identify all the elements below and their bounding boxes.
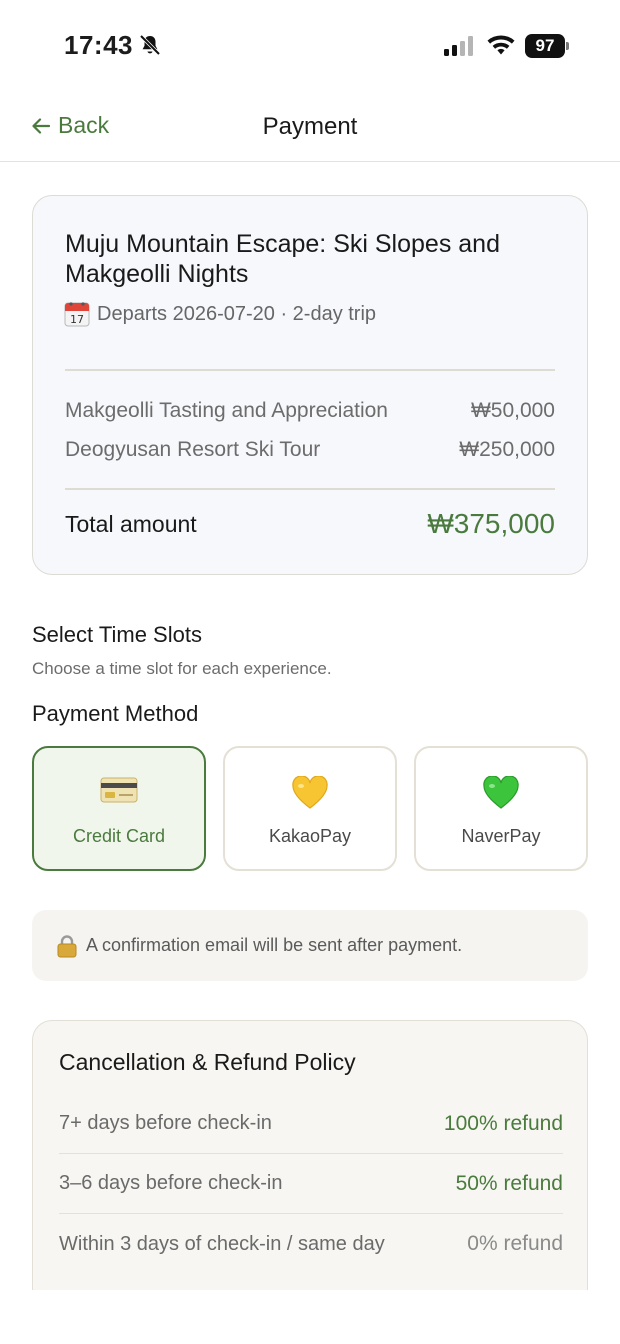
cellular-signal-icon <box>444 36 473 56</box>
line-item: Deogyusan Resort Ski Tour ₩250,000 <box>65 438 555 462</box>
payment-option-label: Credit Card <box>72 826 166 846</box>
credit-card-icon <box>100 777 138 803</box>
departure-text: Departs 2026-07-20 · 2-day trip <box>97 302 377 325</box>
line-item-name: Deogyusan Resort Ski Tour <box>65 438 321 461</box>
total-row: Total amount ₩375,000 <box>65 508 555 540</box>
nav-bar: Back Payment <box>0 92 620 162</box>
line-item-name: Makgeolli Tasting and Appreciation <box>65 399 388 422</box>
payment-option-label: KakaoPay <box>268 826 352 846</box>
notice-text: A confirmation email will be sent after … <box>86 935 463 955</box>
payment-method-title: Payment Method <box>32 701 199 726</box>
time-slots-subtitle: Choose a time slot for each experience. <box>32 659 332 678</box>
divider <box>65 369 555 371</box>
policy-refund: 50% refund <box>455 1171 563 1195</box>
policy-row: Within 3 days of check-in / same day 0% … <box>59 1214 563 1274</box>
refund-policy-card: Cancellation & Refund Policy 7+ days bef… <box>32 1020 588 1320</box>
calendar-icon: 17 <box>64 302 90 327</box>
battery-icon: 97 <box>525 34 569 58</box>
divider <box>65 488 555 490</box>
payment-option-credit-card[interactable]: Credit Card <box>32 746 206 871</box>
trip-summary-card: Muju Mountain Escape: Ski Slopes and Mak… <box>32 195 588 575</box>
policy-refund: 100% refund <box>443 1111 563 1135</box>
status-time: 17:43 <box>64 30 133 60</box>
policy-refund: 0% refund <box>467 1232 563 1255</box>
line-item-price: ₩250,000 <box>459 438 555 461</box>
confirmation-notice: A confirmation email will be sent after … <box>32 910 588 981</box>
payment-option-naverpay[interactable]: NaverPay <box>414 746 588 871</box>
battery-level: 97 <box>525 34 565 58</box>
line-item: Makgeolli Tasting and Appreciation ₩50,0… <box>65 399 555 423</box>
wifi-icon <box>487 35 515 55</box>
policy-row: 3–6 days before check-in 50% refund <box>59 1154 563 1214</box>
payment-option-label: NaverPay <box>461 826 541 846</box>
svg-text:17: 17 <box>70 313 84 326</box>
total-label: Total amount <box>65 510 197 537</box>
line-item-price: ₩50,000 <box>470 399 555 422</box>
total-value: ₩375,000 <box>427 508 555 539</box>
policy-row: 7+ days before check-in 100% refund <box>59 1094 563 1154</box>
green-heart-icon <box>483 776 519 809</box>
lock-icon <box>57 934 77 957</box>
policy-condition: 3–6 days before check-in <box>59 1172 283 1194</box>
yellow-heart-icon <box>292 776 328 809</box>
bottom-edge <box>0 1290 620 1344</box>
page-title: Payment <box>262 113 358 140</box>
status-bar: 17:43 97 <box>0 0 620 92</box>
policy-title: Cancellation & Refund Policy <box>59 1049 356 1075</box>
bell-muted-icon <box>139 34 161 56</box>
policy-condition: 7+ days before check-in <box>59 1112 272 1134</box>
policy-condition: Within 3 days of check-in / same day <box>59 1232 385 1255</box>
trip-departure: 17 Departs 2026-07-20 · 2-day trip <box>63 300 376 328</box>
payment-option-kakaopay[interactable]: KakaoPay <box>223 746 397 871</box>
trip-title: Muju Mountain Escape: Ski Slopes and Mak… <box>65 230 500 288</box>
time-slots-title: Select Time Slots <box>32 622 202 647</box>
